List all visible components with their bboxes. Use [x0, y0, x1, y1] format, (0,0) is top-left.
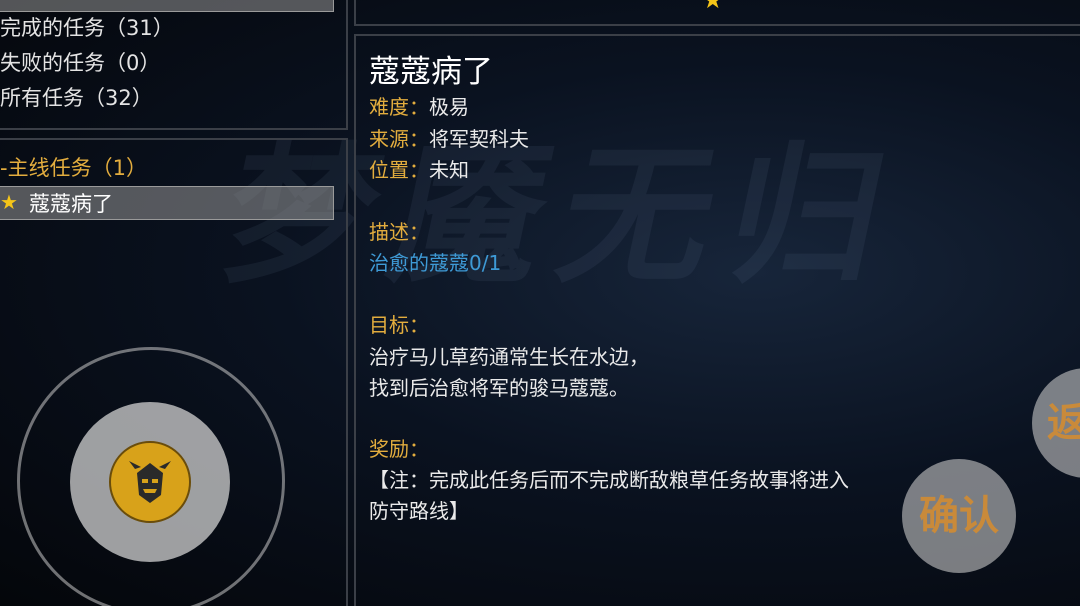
- game-screen: 梦魇无归 完成的任务（31） 失败的任务（0） 所有任务（32） -主线任务（1…: [0, 0, 1080, 606]
- source-row: 来源：将军契科夫: [369, 123, 529, 152]
- goal-line-2: 找到后治愈将军的骏马蔻蔻。: [369, 376, 629, 400]
- star-icon: ★: [702, 0, 724, 14]
- difficulty-value: 极易: [429, 95, 469, 119]
- source-value: 将军契科夫: [429, 127, 529, 151]
- location-value: 未知: [429, 158, 469, 182]
- difficulty-row: 难度：极易: [369, 91, 469, 120]
- filter-row-selected[interactable]: [0, 0, 334, 12]
- source-label: 来源：: [369, 127, 429, 151]
- quest-category-main[interactable]: -主线任务（1）: [0, 152, 147, 182]
- quest-title: 蔻蔻病了: [369, 54, 493, 90]
- reward-line-1: 【注：完成此任务后而不完成断敌粮草任务故事将进入: [369, 468, 849, 492]
- description-progress: 治愈的蔻蔻0/1: [369, 251, 502, 275]
- filter-all[interactable]: 所有任务（32）: [0, 82, 153, 112]
- location-row: 位置：未知: [369, 154, 469, 183]
- quest-list-item-label: 蔻蔻病了: [29, 192, 113, 216]
- star-icon: ★: [0, 190, 18, 214]
- reward-label: 奖励：: [369, 437, 429, 461]
- location-label: 位置：: [369, 158, 429, 182]
- reward-line-2: 防守路线】: [369, 499, 469, 523]
- quest-title-bar: ★: [354, 0, 1080, 26]
- description-label: 描述：: [369, 220, 429, 244]
- filter-failed[interactable]: 失败的任务（0）: [0, 47, 160, 77]
- helmet-icon: [129, 461, 171, 503]
- goal-line-1: 治疗马儿草药通常生长在水边，: [369, 345, 649, 369]
- goal-label: 目标：: [369, 313, 429, 337]
- confirm-button[interactable]: 确认: [902, 459, 1016, 573]
- filter-completed[interactable]: 完成的任务（31）: [0, 12, 174, 42]
- quest-list-item-selected[interactable]: ★ 蔻蔻病了: [0, 186, 334, 220]
- joystick-knob[interactable]: [109, 441, 191, 523]
- difficulty-label: 难度：: [369, 95, 429, 119]
